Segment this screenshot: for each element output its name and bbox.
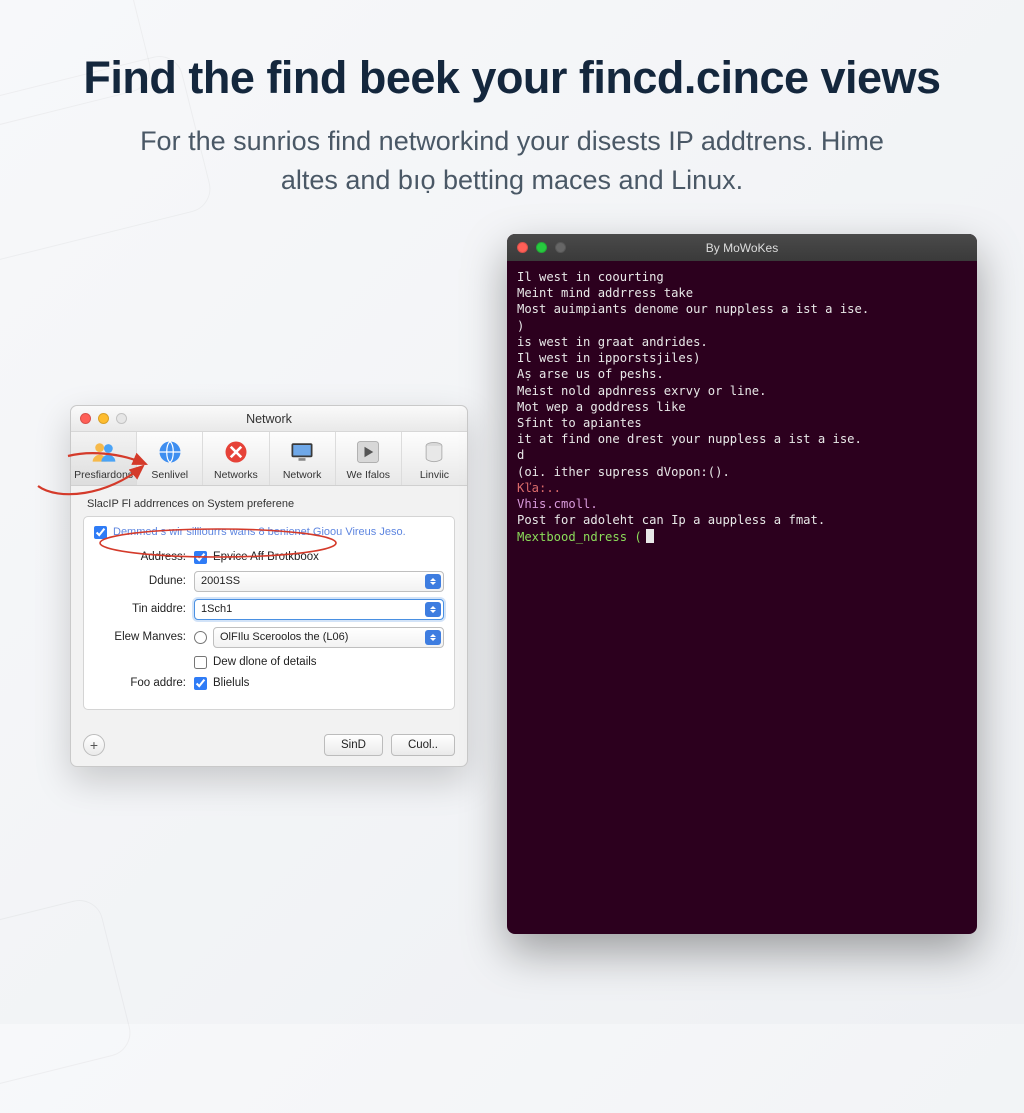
ddune-select[interactable]: 2001SS	[194, 571, 444, 592]
dew-label: Dew dlone of details	[213, 656, 317, 668]
toolbar-label: Senlivel	[151, 469, 188, 481]
globe-icon	[155, 437, 185, 467]
note-checkbox[interactable]	[94, 526, 107, 539]
tin-label: Tin aiddre:	[94, 603, 186, 615]
address-checkbox[interactable]	[194, 551, 207, 564]
toolbar-item-networks[interactable]: Networks	[203, 432, 269, 485]
network-preferences-window: Network Presfiardons Senlivel Networks Netw…	[70, 405, 468, 767]
preferences-toolbar: Presfiardons Senlivel Networks Network We If…	[71, 432, 467, 486]
toolbar-label: Networks	[214, 469, 258, 481]
terminal-title: By MoWoKes	[507, 241, 977, 255]
elew-label: Elew Manves:	[94, 631, 186, 643]
ddune-label: Ddune:	[94, 575, 186, 587]
foo-check-label: Blieluls	[213, 677, 249, 689]
window-title: Network	[71, 412, 467, 426]
section-label: SlacIP Fl addrrences on System preferene	[87, 498, 455, 510]
toolbar-item-we ifalos[interactable]: We Ifalos	[336, 432, 402, 485]
terminal-output[interactable]: Il west in coourting Meint mind addrress…	[507, 261, 977, 553]
cuoi-button[interactable]: Cuol..	[391, 734, 455, 756]
display-icon	[287, 437, 317, 467]
add-button[interactable]: +	[83, 734, 105, 756]
terminal-titlebar[interactable]: By MoWoKes	[507, 234, 977, 261]
cursor-icon	[646, 529, 654, 543]
foo-checkbox[interactable]	[194, 677, 207, 690]
toolbar-label: Linviic	[420, 469, 449, 481]
toolbar-label: We Ifalos	[346, 469, 390, 481]
toolbar-item-network[interactable]: Network	[270, 432, 336, 485]
terminal-window: By MoWoKes Il west in coourting Meint mi…	[507, 234, 977, 934]
toolbar-item-senlivel[interactable]: Senlivel	[137, 432, 203, 485]
elew-radio[interactable]	[194, 631, 207, 644]
play-icon	[353, 437, 383, 467]
address-label: Address:	[94, 551, 186, 563]
elew-select[interactable]: OlFIlu Sceroolos the (L06)	[213, 627, 444, 648]
titlebar[interactable]: Network	[71, 406, 467, 432]
toolbar-label: Network	[283, 469, 322, 481]
foo-label: Foo addre:	[94, 677, 186, 689]
tin-select[interactable]: 1Sch1	[194, 599, 444, 620]
people-icon	[89, 437, 119, 467]
cancel-icon	[221, 437, 251, 467]
toolbar-item-linviic[interactable]: Linviic	[402, 432, 467, 485]
info-note: Demmed s wir silliourrs wans 8 benienet …	[94, 525, 444, 540]
toolbar-label: Presfiardons	[74, 469, 133, 481]
dew-checkbox[interactable]	[194, 656, 207, 669]
toolbar-item-presfiardons[interactable]: Presfiardons	[71, 432, 137, 485]
sind-button[interactable]: SinD	[324, 734, 383, 756]
cylinder-icon	[419, 437, 449, 467]
address-check-label: Epvice Aff Brotkboox	[213, 551, 319, 563]
